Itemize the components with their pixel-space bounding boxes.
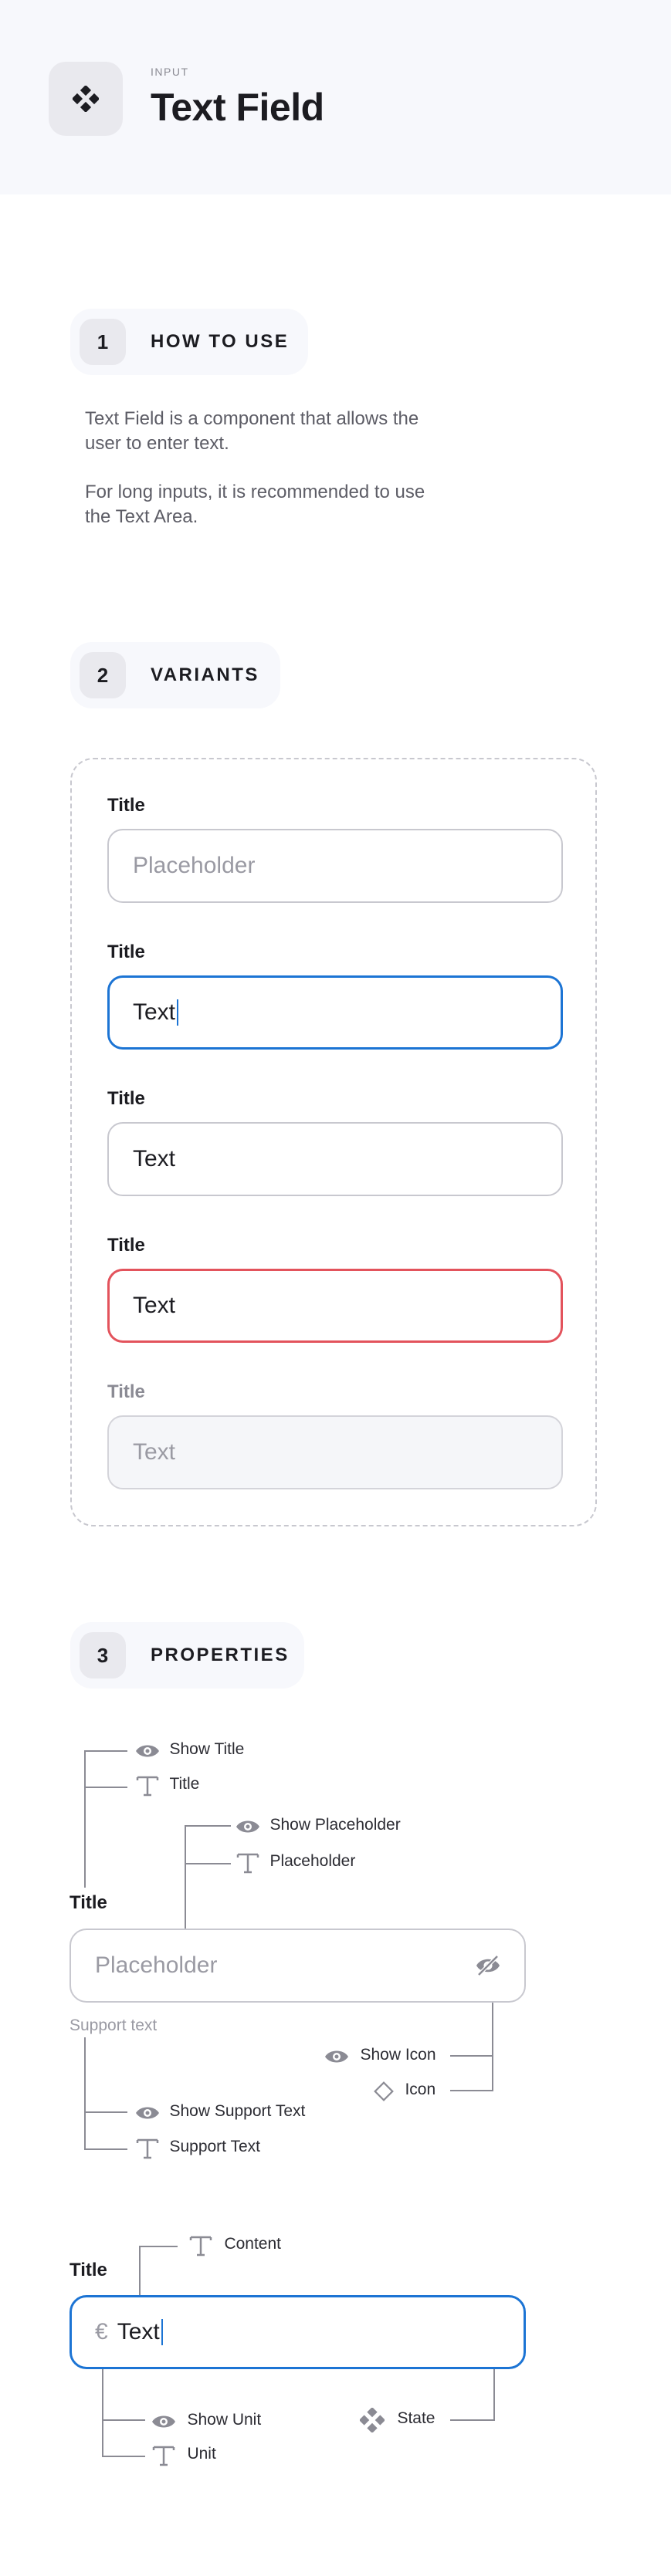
property-label: Show Support Text — [169, 2102, 306, 2120]
text-type-icon — [152, 2446, 175, 2466]
connector-line — [84, 1787, 127, 1788]
property-label: Icon — [405, 2081, 436, 2099]
text-field-disabled: Text — [107, 1415, 563, 1489]
page-overline: INPUT — [151, 66, 189, 78]
text-type-icon — [189, 2236, 212, 2257]
property-label: Show Unit — [187, 2411, 262, 2429]
section-how-to-use: 1 HOW TO USE — [70, 309, 308, 375]
support-text-property: Support Text — [135, 2138, 260, 2159]
section-number: 2 — [80, 652, 126, 698]
section-number: 1 — [80, 319, 126, 365]
text-type-icon — [136, 2138, 159, 2159]
section-properties: 3 PROPERTIES — [70, 1622, 304, 1689]
field-title: Title — [107, 1235, 145, 1256]
icon-property: Icon — [372, 2080, 435, 2103]
field-title: Title — [107, 795, 145, 816]
show-support-text-property: Show Support Text — [135, 2102, 305, 2121]
eye-off-icon[interactable] — [475, 1954, 501, 1977]
text-field-error[interactable]: Text — [107, 1269, 563, 1343]
property-label: Placeholder — [269, 1852, 356, 1871]
section-title: VARIANTS — [151, 664, 259, 685]
property-label: Show Title — [169, 1740, 245, 1758]
connector-line — [492, 1988, 493, 2091]
property-label: Show Icon — [360, 2046, 436, 2064]
connector-line — [84, 2037, 86, 2150]
component-icon — [49, 62, 123, 136]
eye-icon — [136, 1745, 159, 1757]
connector-line — [84, 2111, 127, 2113]
show-title-property: Show Title — [135, 1740, 244, 1760]
component-icon — [358, 2406, 386, 2434]
eye-icon — [136, 2107, 159, 2119]
connector-line — [102, 2456, 145, 2457]
connector-line — [102, 2419, 145, 2421]
eye-icon — [325, 2050, 348, 2063]
section-number: 3 — [80, 1632, 126, 1678]
unit-property: Unit — [151, 2445, 216, 2466]
text-type-icon — [236, 1853, 259, 1874]
placeholder-property: Placeholder — [236, 1852, 355, 1874]
section-variants: 2 VARIANTS — [70, 642, 280, 708]
connector-line — [185, 1863, 231, 1864]
show-icon-property: Show Icon — [324, 2046, 436, 2065]
property-label: Title — [169, 1775, 200, 1793]
connector-line — [450, 2419, 495, 2421]
connector-line — [185, 1825, 231, 1827]
page-title: Text Field — [151, 86, 324, 129]
diamond-icon — [374, 2081, 394, 2101]
connector-line — [84, 1750, 127, 1752]
usage-paragraph: Text Field is a component that allows th… — [85, 408, 419, 454]
text-field-focused[interactable]: Text — [107, 975, 563, 1050]
field-title: Title — [107, 941, 145, 962]
unit-symbol: € — [95, 2319, 108, 2344]
text-caret — [177, 999, 179, 1026]
field-placeholder: Placeholder — [95, 1952, 218, 1978]
field-title: Title — [107, 1381, 145, 1402]
show-unit-property: Show Unit — [151, 2411, 261, 2430]
eye-icon — [152, 2415, 175, 2428]
field-title: Title — [69, 1892, 107, 1913]
connector-line — [450, 2090, 493, 2091]
connector-line — [84, 1750, 86, 1888]
section-title: PROPERTIES — [151, 1645, 290, 1665]
text-field-placeholder[interactable]: Placeholder — [107, 829, 563, 903]
connector-line — [450, 2055, 493, 2057]
property-label: Content — [224, 2235, 282, 2253]
support-text: Support text — [69, 2017, 158, 2034]
property-label: Unit — [187, 2445, 216, 2463]
connector-line — [84, 2148, 127, 2150]
connector-line — [185, 1825, 186, 1941]
field-value: Text — [117, 2319, 160, 2344]
eye-icon — [236, 1820, 259, 1833]
section-title: HOW TO USE — [151, 331, 290, 352]
text-field-with-unit[interactable]: € Text — [69, 2295, 526, 2369]
content-property: Content — [188, 2235, 281, 2257]
field-title: Title — [69, 2260, 107, 2280]
text-field-anatomy[interactable]: Placeholder — [69, 1929, 526, 2003]
text-type-icon — [136, 1776, 159, 1797]
field-value: Text — [133, 999, 176, 1025]
text-caret — [161, 2319, 163, 2345]
field-title: Title — [107, 1088, 145, 1109]
property-label: Show Placeholder — [269, 1816, 401, 1834]
property-label: State — [397, 2409, 435, 2428]
connector-line — [139, 2246, 178, 2247]
property-label: Support Text — [169, 2138, 260, 2156]
usage-paragraph: For long inputs, it is recommended to us… — [85, 482, 425, 527]
state-property: State — [358, 2406, 435, 2434]
title-property: Title — [135, 1775, 199, 1797]
text-field-filled[interactable]: Text — [107, 1122, 563, 1196]
show-placeholder-property: Show Placeholder — [236, 1816, 401, 1835]
